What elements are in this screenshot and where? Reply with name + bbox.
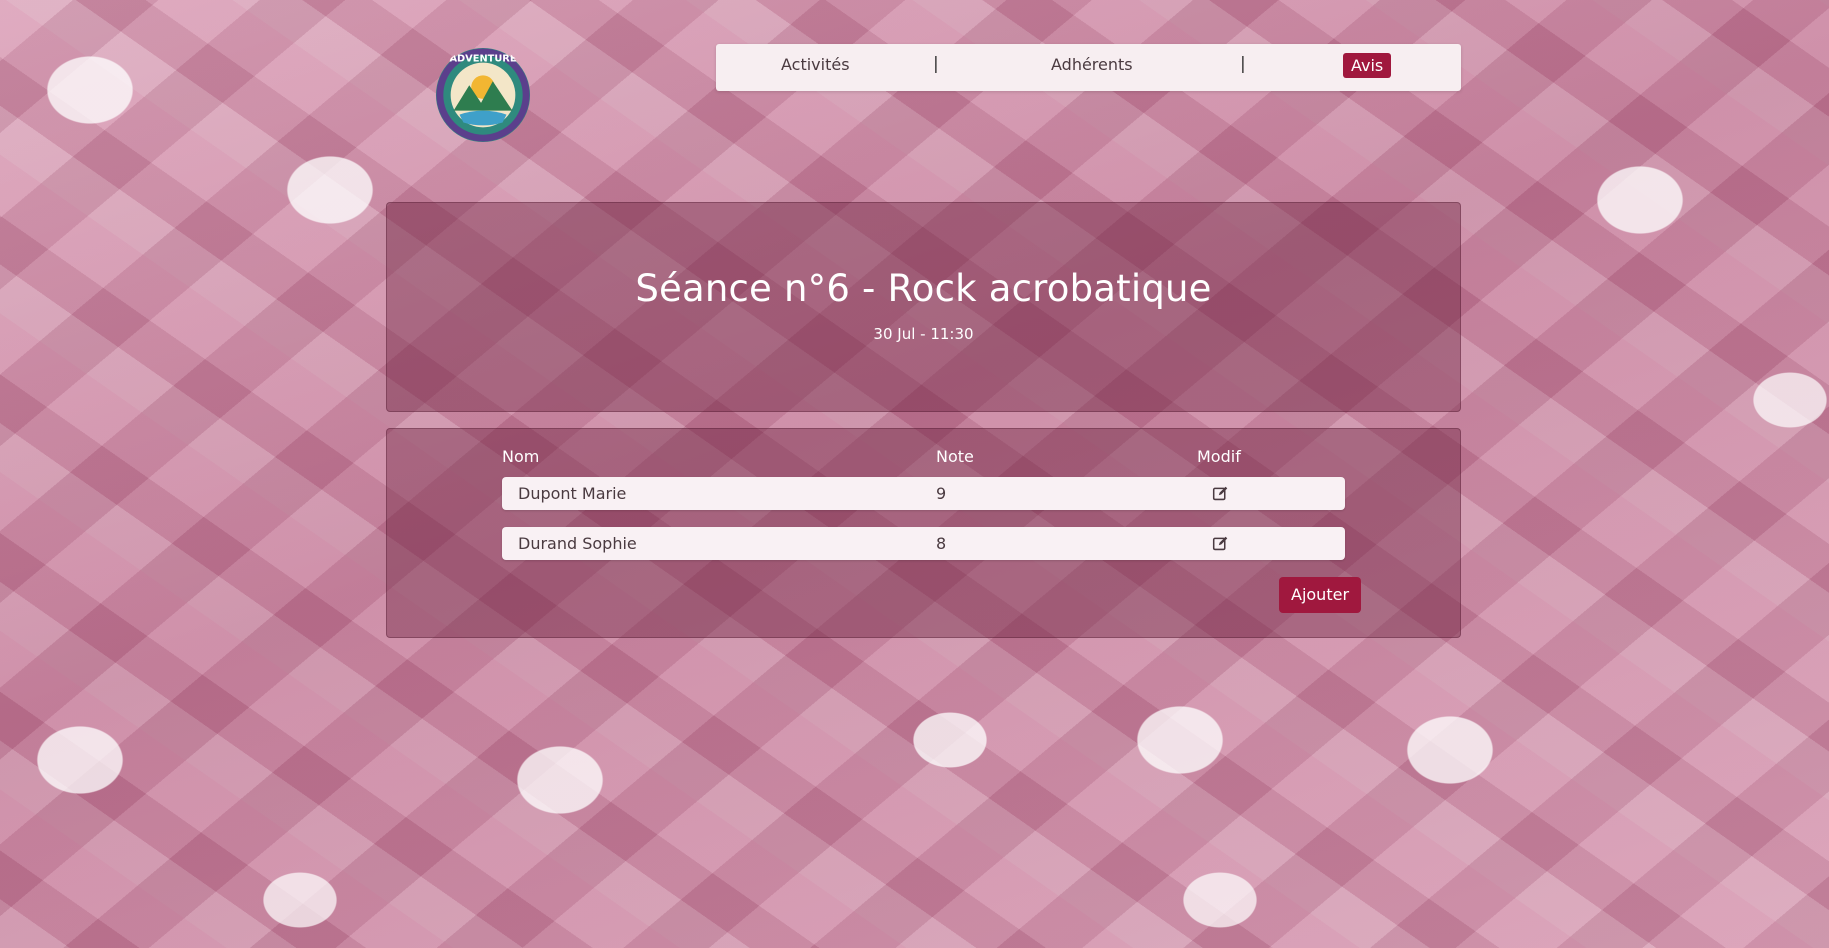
nav-separator: | xyxy=(1240,54,1246,74)
adventure-logo[interactable]: ADVENTURE xyxy=(434,46,532,144)
page-title: Séance n°6 - Rock acrobatique xyxy=(635,267,1212,310)
table-row: Durand Sophie 8 xyxy=(502,527,1345,560)
table-row: Dupont Marie 9 xyxy=(502,477,1345,510)
row-note: 9 xyxy=(936,484,947,503)
row-name: Dupont Marie xyxy=(518,484,627,503)
edit-icon[interactable] xyxy=(1212,535,1229,552)
session-datetime: 30 Jul - 11:30 xyxy=(873,325,974,343)
session-header-panel: Séance n°6 - Rock acrobatique 30 Jul - 1… xyxy=(386,202,1461,412)
nav-item-avis[interactable]: Avis xyxy=(1343,53,1392,78)
row-name: Durand Sophie xyxy=(518,534,637,553)
top-nav: Activités | Adhérents | Avis xyxy=(716,44,1461,91)
nav-item-activites[interactable]: Activités xyxy=(781,55,850,74)
row-note: 8 xyxy=(936,534,947,553)
nav-item-adherents[interactable]: Adhérents xyxy=(1051,55,1133,74)
add-button[interactable]: Ajouter xyxy=(1279,577,1362,613)
column-header-note: Note xyxy=(936,447,974,466)
column-header-nom: Nom xyxy=(502,447,540,466)
column-header-modif: Modif xyxy=(1197,447,1241,466)
reviews-table-panel: Nom Note Modif Dupont Marie 9 Durand Sop… xyxy=(386,428,1461,638)
nav-separator: | xyxy=(933,54,939,74)
logo-text: ADVENTURE xyxy=(449,54,516,65)
edit-icon[interactable] xyxy=(1212,485,1229,502)
